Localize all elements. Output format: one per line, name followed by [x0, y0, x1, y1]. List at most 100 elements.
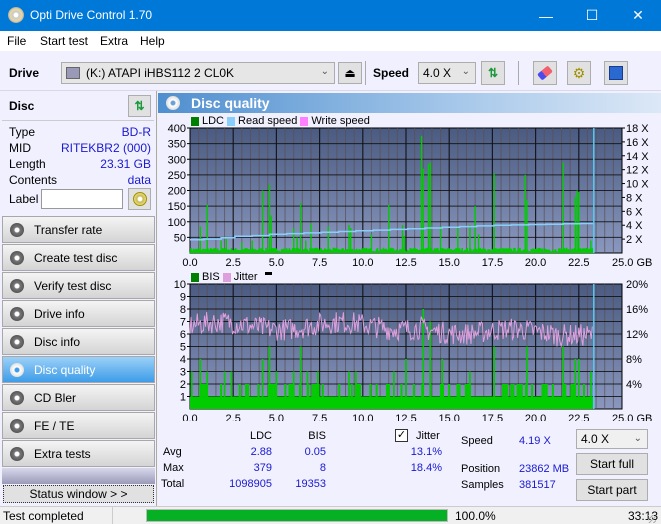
progress-bar — [146, 509, 448, 522]
stats-avg-label: Avg — [163, 446, 182, 458]
extra-tests-icon — [10, 446, 24, 461]
disc-refresh-button[interactable]: ⇅ — [128, 95, 151, 117]
menu-file[interactable]: File — [7, 34, 26, 48]
y-tick-label: 1 — [180, 392, 186, 404]
nav-disc-quality[interactable]: Disc quality — [2, 356, 155, 383]
main-panel: Disc quality LDC Read speed Write speed … — [158, 91, 661, 506]
test-speed-select[interactable]: 4.0 X ⌄ — [576, 429, 648, 449]
disc-mid-value: RITEKBR2 (000) — [60, 141, 151, 155]
drive-select-value: (K:) ATAPI iHBS112 2 CL0K — [86, 66, 235, 80]
create-disc-icon — [10, 250, 24, 265]
divider — [2, 120, 154, 121]
transfer-rate-icon — [10, 222, 24, 237]
nav-cd-bler[interactable]: CD Bler — [2, 384, 155, 411]
drive-info-icon — [10, 306, 24, 321]
y-tick-label: 50 — [174, 232, 186, 244]
stats-total-label: Total — [161, 478, 185, 490]
disc-mid-key: MID — [9, 141, 31, 155]
disc-contents-value: data — [127, 173, 151, 187]
disc-label-button[interactable] — [128, 188, 151, 210]
nav-create-test-disc[interactable]: Create test disc — [2, 244, 155, 271]
eject-button[interactable]: ⏏ — [338, 62, 362, 84]
stats-total-bis: 19353 — [295, 478, 326, 490]
x-tick-label: 20.0 — [525, 413, 546, 421]
y-tick-label: 2 — [180, 379, 186, 391]
maximize-button[interactable]: ☐ — [569, 0, 615, 31]
speed-select-value: 4.0 X — [423, 66, 452, 80]
nav-transfer-rate[interactable]: Transfer rate — [2, 216, 155, 243]
refresh-icon: ⇅ — [134, 99, 145, 113]
x-tick-label: 20.0 — [525, 257, 546, 269]
y2-tick-label: 14 X — [626, 151, 649, 163]
y-tick-label: 4 — [180, 354, 186, 366]
menu-help[interactable]: Help — [140, 34, 165, 48]
y2-tick-label: 2 X — [626, 234, 643, 246]
nav-extra-tests[interactable]: Extra tests — [2, 440, 155, 467]
x-tick-label: 2.5 — [226, 257, 241, 269]
save-button[interactable] — [604, 61, 628, 85]
drive-icon — [66, 67, 80, 79]
speed-select[interactable]: 4.0 X ⌄ — [418, 62, 476, 84]
settings-button[interactable]: ⚙ — [567, 61, 591, 85]
x-tick-label: 15.0 — [438, 257, 459, 269]
x-tick-label: 7.5 — [312, 413, 327, 421]
disc-label-key: Label — [9, 192, 39, 206]
speed-stat-label: Speed — [461, 435, 493, 447]
minimize-button[interactable]: — — [523, 0, 569, 31]
bis-base — [190, 396, 593, 409]
x-tick-label: 0.0 — [182, 257, 197, 269]
left-panel: Disc ⇅ Type BD-R MID RITEKBR2 (000) Leng… — [0, 91, 157, 506]
start-part-button[interactable]: Start part — [576, 479, 648, 501]
menu-extra[interactable]: Extra — [100, 34, 128, 48]
samples-label: Samples — [461, 479, 504, 491]
y-tick-label: 300 — [168, 154, 186, 166]
app-disc-icon — [8, 7, 24, 23]
progress-label: 100.0% — [455, 509, 496, 523]
toolbar-divider — [518, 61, 519, 85]
status-text: Test completed — [3, 509, 84, 523]
menu-start-test[interactable]: Start test — [40, 34, 88, 48]
refresh-button[interactable]: ⇅ — [481, 61, 505, 85]
drive-select[interactable]: (K:) ATAPI iHBS112 2 CL0K ⌄ — [61, 62, 335, 84]
disc-contents-key: Contents — [9, 173, 58, 187]
close-button[interactable]: ✕ — [615, 0, 661, 31]
chevron-down-icon: ⌄ — [461, 66, 470, 77]
nav-verify-test-disc[interactable]: Verify test disc — [2, 272, 155, 299]
x-tick-label: 2.5 — [226, 413, 241, 421]
drive-label: Drive — [9, 66, 40, 80]
stats-col-ldc: LDC — [249, 430, 272, 442]
disc-icon — [132, 192, 147, 206]
disc-label-input[interactable] — [41, 189, 123, 209]
y-tick-label: 9 — [180, 292, 186, 304]
x-tick-label: 15.0 — [438, 413, 459, 421]
x-tick-label: 12.5 — [395, 257, 416, 269]
stats-avg-jitter: 13.1% — [410, 446, 442, 458]
y2-tick-label: 8 X — [626, 192, 643, 204]
y2-tick-label: 6 X — [626, 206, 643, 218]
nav-drive-info[interactable]: Drive info — [2, 300, 155, 327]
resize-grip[interactable] — [648, 515, 656, 523]
x-tick-label: 10.0 — [352, 413, 373, 421]
y-tick-label: 10 — [174, 279, 186, 291]
x-tick-label: 25.0 GB — [612, 413, 652, 421]
disc-type-key: Type — [9, 125, 36, 139]
erase-icon — [537, 65, 553, 81]
speed-stat-value: 4.19 X — [519, 435, 551, 447]
window-title: Opti Drive Control 1.70 — [30, 8, 153, 22]
erase-button[interactable] — [533, 61, 557, 85]
start-full-button[interactable]: Start full — [576, 453, 648, 475]
x-tick-label: 22.5 — [568, 257, 589, 269]
stats-max-ldc: 379 — [253, 462, 272, 474]
stats-max-bis: 8 — [319, 462, 326, 474]
stats-avg-ldc: 2.88 — [250, 446, 272, 458]
status-window-button[interactable]: Status window > > — [3, 485, 154, 503]
x-tick-label: 17.5 — [482, 413, 503, 421]
nav-fe-te[interactable]: FE / TE — [2, 412, 155, 439]
jitter-checkbox[interactable]: ✓ — [395, 429, 408, 442]
y2-tick-label: 20% — [626, 279, 648, 291]
disc-quality-icon — [10, 362, 24, 377]
nav-disc-info[interactable]: Disc info — [2, 328, 155, 355]
divider — [112, 507, 113, 524]
nav-filler — [2, 468, 155, 484]
